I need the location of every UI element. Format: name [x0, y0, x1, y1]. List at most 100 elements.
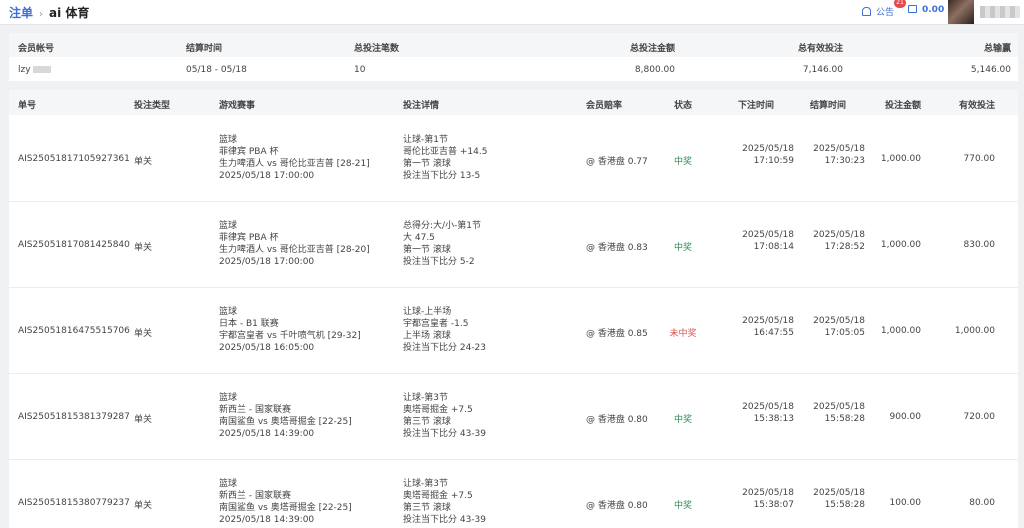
detail-period: 第一节 滚球: [403, 159, 451, 169]
settle-date: 2025/05/18: [813, 488, 865, 498]
bet-date: 2025/05/18: [742, 402, 794, 412]
bet-clock: 16:47:55: [753, 328, 794, 338]
settle-date: 2025/05/18: [813, 402, 865, 412]
table-row[interactable]: AIS25051816475515706 单关 篮球 日本 - B1 联赛 宇都…: [9, 288, 1018, 374]
valid-amount: 770.00: [963, 154, 996, 164]
event-start: 2025/05/18 14:39:00: [219, 429, 315, 439]
valid-amount: 80.00: [969, 498, 995, 508]
event-league: 新西兰 - 国家联赛: [219, 491, 291, 501]
notice-count-badge: 21: [894, 0, 906, 8]
summary-total-amount: 8,800.00: [634, 65, 675, 75]
summary-col-bet-count: 总投注笔数: [354, 44, 400, 54]
event-league: 菲律宾 PBA 杯: [219, 147, 279, 157]
odds: @ 香港盘 0.77: [586, 157, 648, 167]
detail-selection: 奥塔哥掘金 +7.5: [403, 491, 473, 501]
settle-time: 2025/05/18 17:05:05: [799, 315, 865, 339]
bet-detail: 让球-上半场 宇都宫皇者 -1.5 上半场 滚球 投注当下比分 24-23: [403, 306, 486, 354]
event-sport: 篮球: [219, 393, 238, 403]
bet-time: 2025/05/18 17:08:14: [728, 229, 794, 253]
col-bet-time: 下注时间: [738, 101, 775, 111]
detail-market: 让球-上半场: [403, 307, 452, 317]
table-row[interactable]: AIS25051815381379287 单关 篮球 新西兰 - 国家联赛 南国…: [9, 374, 1018, 460]
bet-date: 2025/05/18: [742, 316, 794, 326]
settle-time: 2025/05/18 15:58:28: [799, 401, 865, 425]
bet-amount: 1,000.00: [880, 154, 921, 164]
bet-table: 单号 投注类型 游戏赛事 投注详情 会员赔率 状态 下注时间 结算时间 投注金额…: [9, 90, 1018, 528]
bet-amount: 1,000.00: [880, 326, 921, 336]
odds: @ 香港盘 0.80: [586, 501, 648, 511]
event-info: 篮球 日本 - B1 联赛 宇都宫皇者 vs 千叶喷气机 [29-32] 202…: [219, 306, 361, 354]
bet-date: 2025/05/18: [742, 230, 794, 240]
settle-clock: 15:58:28: [824, 500, 865, 510]
event-info: 篮球 菲律宾 PBA 杯 生力啤酒人 vs 哥伦比亚吉普 [28-20] 202…: [219, 220, 370, 268]
event-sport: 篮球: [219, 221, 238, 231]
bet-type: 单关: [134, 329, 153, 339]
table-row[interactable]: AIS25051817081425840 单关 篮球 菲律宾 PBA 杯 生力啤…: [9, 202, 1018, 288]
summary-total-winloss: 5,146.00: [970, 65, 1011, 75]
bet-type: 单关: [134, 501, 153, 511]
avatar[interactable]: [948, 0, 974, 24]
status-badge: 中奖: [673, 501, 692, 511]
summary-total-valid: 7,146.00: [802, 65, 843, 75]
detail-period: 第三节 滚球: [403, 417, 451, 427]
bet-clock: 15:38:13: [753, 414, 794, 424]
table-row[interactable]: AIS25051817105927361 单关 篮球 菲律宾 PBA 杯 生力啤…: [9, 116, 1018, 202]
bet-time: 2025/05/18 15:38:07: [728, 487, 794, 511]
wallet-icon: [908, 5, 917, 13]
settle-clock: 15:58:28: [824, 414, 865, 424]
table-header: 单号 投注类型 游戏赛事 投注详情 会员赔率 状态 下注时间 结算时间 投注金额…: [9, 90, 1018, 115]
bet-detail: 让球-第3节 奥塔哥掘金 +7.5 第三节 滚球 投注当下比分 43-39: [403, 478, 486, 526]
summary-col-total-amount: 总投注金额: [629, 44, 675, 54]
event-sport: 篮球: [219, 479, 238, 489]
wallet-balance[interactable]: 0.00: [908, 5, 944, 15]
bet-time: 2025/05/18 16:47:55: [728, 315, 794, 339]
event-match: 生力啤酒人 vs 哥伦比亚吉普 [28-20]: [219, 245, 370, 255]
col-detail: 投注详情: [403, 101, 440, 111]
valid-amount: 1,000.00: [954, 326, 995, 336]
detail-selection: 宇都宫皇者 -1.5: [403, 319, 469, 329]
summary-col-settle-time: 结算时间: [186, 44, 223, 54]
event-info: 篮球 新西兰 - 国家联赛 南国鲨鱼 vs 奥塔哥掘金 [22-25] 2025…: [219, 392, 352, 440]
detail-market: 总得分:大/小-第1节: [403, 221, 482, 231]
settle-time: 2025/05/18 17:28:52: [799, 229, 865, 253]
valid-amount: 720.00: [963, 412, 996, 422]
breadcrumb-root-link[interactable]: 注单: [9, 6, 33, 20]
event-league: 菲律宾 PBA 杯: [219, 233, 279, 243]
balance-value: 0.00: [922, 5, 945, 15]
col-bet-type: 投注类型: [134, 101, 171, 111]
top-bar: 注单 › ai 体育 公告 21 0.00: [0, 0, 1024, 25]
order-id: AIS25051816475515706: [18, 326, 130, 336]
event-info: 篮球 新西兰 - 国家联赛 南国鲨鱼 vs 奥塔哥掘金 [22-25] 2025…: [219, 478, 352, 526]
bet-date: 2025/05/18: [742, 488, 794, 498]
table-row[interactable]: AIS25051815380779237 单关 篮球 新西兰 - 国家联赛 南国…: [9, 460, 1018, 528]
notice-button[interactable]: 公告: [862, 5, 894, 18]
col-amount: 投注金额: [884, 101, 921, 111]
valid-amount: 830.00: [963, 240, 996, 250]
bet-detail: 让球-第3节 奥塔哥掘金 +7.5 第三节 滚球 投注当下比分 43-39: [403, 392, 486, 440]
detail-selection: 大 47.5: [403, 233, 435, 243]
event-match: 宇都宫皇者 vs 千叶喷气机 [29-32]: [219, 331, 361, 341]
col-valid: 有效投注: [958, 101, 995, 111]
event-match: 生力啤酒人 vs 哥伦比亚吉普 [28-21]: [219, 159, 370, 169]
detail-score: 投注当下比分 24-23: [403, 343, 487, 353]
event-sport: 篮球: [219, 307, 238, 317]
settle-date: 2025/05/18: [813, 230, 865, 240]
event-info: 篮球 菲律宾 PBA 杯 生力啤酒人 vs 哥伦比亚吉普 [28-21] 202…: [219, 134, 370, 182]
bet-clock: 17:10:59: [753, 156, 794, 166]
bet-time: 2025/05/18 17:10:59: [728, 143, 794, 167]
event-start: 2025/05/18 16:05:00: [219, 343, 315, 353]
odds: @ 香港盘 0.83: [586, 243, 648, 253]
detail-period: 第三节 滚球: [403, 503, 451, 513]
bet-date: 2025/05/18: [742, 144, 794, 154]
status-badge: 中奖: [673, 157, 692, 167]
event-sport: 篮球: [219, 135, 238, 145]
bet-type: 单关: [134, 157, 153, 167]
bet-amount: 100.00: [889, 498, 922, 508]
event-start: 2025/05/18 17:00:00: [219, 171, 315, 181]
bet-amount: 900.00: [889, 412, 922, 422]
bet-clock: 17:08:14: [753, 242, 794, 252]
detail-market: 让球-第3节: [403, 393, 448, 403]
status-badge: 中奖: [673, 415, 692, 425]
detail-market: 让球-第3节: [403, 479, 448, 489]
summary-bet-count: 10: [354, 65, 366, 75]
